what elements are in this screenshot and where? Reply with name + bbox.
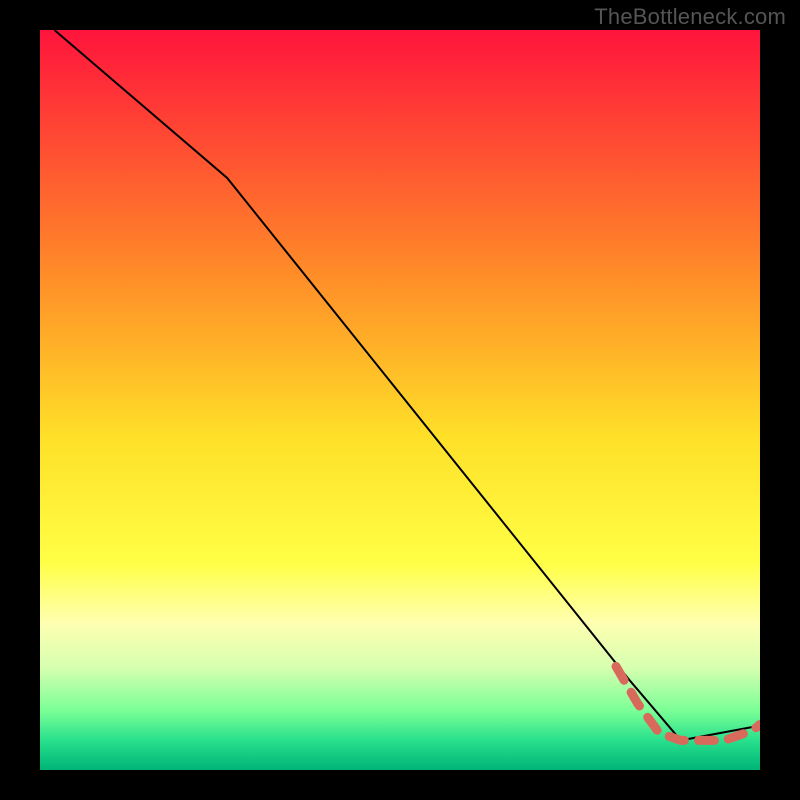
chart-stage: TheBottleneck.com: [0, 0, 800, 800]
watermark-text: TheBottleneck.com: [594, 4, 786, 30]
chart-background: [40, 30, 760, 770]
bottleneck-chart: [40, 30, 760, 770]
chart-svg: [40, 30, 760, 770]
